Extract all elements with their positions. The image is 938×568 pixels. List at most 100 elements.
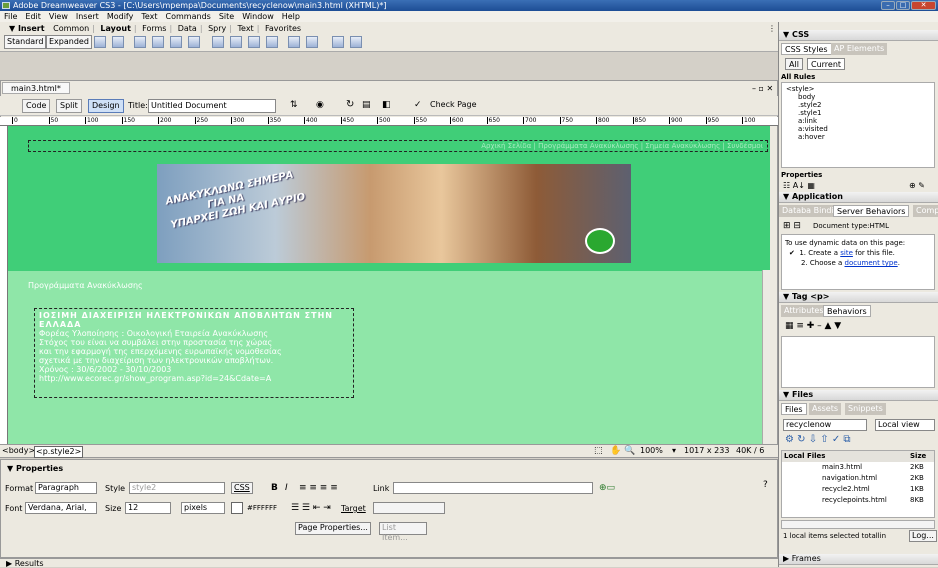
files-hscrollbar[interactable]	[781, 520, 935, 529]
size-select[interactable]: 12	[125, 502, 171, 514]
tab-components[interactable]: Comp	[913, 205, 938, 217]
insert-row-above-icon[interactable]	[212, 36, 224, 48]
color-swatch[interactable]	[231, 502, 243, 514]
ap-div-icon[interactable]	[152, 36, 164, 48]
tab-spry[interactable]: Spry	[205, 24, 229, 33]
tab-snippets[interactable]: Snippets	[845, 403, 886, 415]
help-icon[interactable]: ?	[763, 480, 768, 490]
menu-help[interactable]: Help	[278, 11, 304, 22]
menu-commands[interactable]: Commands	[162, 11, 215, 22]
tab-favorites[interactable]: Favorites	[262, 24, 304, 33]
site-select[interactable]: recyclenow	[783, 419, 867, 431]
rule-item[interactable]: body	[786, 93, 930, 101]
tag-panel-header[interactable]: ▼ Tag <p>	[779, 292, 938, 303]
tab-forms[interactable]: Forms	[139, 24, 169, 33]
tab-ap-elements[interactable]: AP Elements	[831, 43, 888, 55]
tab-server-behaviors[interactable]: Server Behaviors	[833, 205, 910, 217]
frames-panel-header[interactable]: ▶ Frames	[779, 554, 938, 565]
file-row[interactable]: recyclepoints.html 8KB	[782, 495, 934, 506]
insert-column-left-icon[interactable]	[248, 36, 260, 48]
close-button[interactable]: ✕	[911, 1, 936, 10]
document-title-input[interactable]: Untitled Document	[148, 99, 276, 113]
add-remove-icons[interactable]: ⊞ ⊟	[783, 221, 801, 231]
standard-mode-button[interactable]: Standard	[4, 35, 47, 49]
document-type-link[interactable]: document type	[845, 259, 898, 267]
rule-item[interactable]: a:visited	[786, 125, 930, 133]
point-to-file-icon[interactable]: ⊕▭	[599, 483, 615, 493]
list-item-button[interactable]: List Item...	[379, 522, 427, 542]
doc-window-controls[interactable]: – ▫ ✕	[752, 84, 773, 93]
behavior-toolbar-icons[interactable]: ▦ ≡ ✚ – ▲ ▼	[785, 321, 841, 331]
code-view-button[interactable]: Code	[22, 99, 51, 113]
tab-layout[interactable]: Layout	[97, 24, 133, 33]
rule-actions-icons[interactable]: ⊕ ✎	[909, 181, 925, 190]
hand-tool-icon[interactable]: ✋	[610, 445, 621, 457]
site-link[interactable]: site	[840, 249, 853, 257]
size-column-header[interactable]: Size	[910, 451, 926, 462]
file-row[interactable]: recycle2.html 1KB	[782, 484, 934, 495]
rule-style-root[interactable]: <style>	[786, 85, 930, 93]
font-select[interactable]: Verdana, Arial,	[25, 502, 97, 514]
split-view-button[interactable]: Split	[56, 99, 82, 113]
validate-markup-icon[interactable]: ✓	[414, 100, 422, 110]
draw-div-icon[interactable]	[170, 36, 182, 48]
design-view-button[interactable]: Design	[88, 99, 124, 113]
rule-item[interactable]: a:hover	[786, 133, 930, 141]
tab-data[interactable]: Data	[175, 24, 200, 33]
refresh-icon[interactable]: ↻	[346, 99, 354, 110]
panel-options-icon[interactable]: ⋮	[768, 24, 776, 33]
rule-item[interactable]: .style2	[786, 101, 930, 109]
zoom-select[interactable]: 100%	[640, 445, 663, 457]
program-content-box[interactable]: ΙΟΣΙΜΗ ΔΙΑΧΕΙΡΙΣΗ ΗΛΕΚΤΡΟΝΙΚΩΝ ΑΠΟΒΛΗΤΩΝ…	[34, 308, 354, 398]
zoom-tool-icon[interactable]: 🔍	[624, 445, 635, 457]
target-select[interactable]	[373, 502, 445, 514]
banner-image[interactable]: ΑΝΑΚΥΚΛΩΝΩ ΣΗΜΕΡΑ ΓΙΑ ΝΑ ΥΠΑΡΧΕΙ ΖΩΗ ΚΑΙ…	[157, 164, 631, 263]
format-select[interactable]: Paragraph	[35, 482, 97, 494]
css-button[interactable]: CSS	[231, 482, 253, 494]
preview-browser-icon[interactable]: ◉	[316, 100, 324, 110]
expanded-mode-button[interactable]: Expanded	[46, 35, 92, 49]
menu-file[interactable]: File	[0, 11, 21, 22]
rule-item[interactable]: a:link	[786, 117, 930, 125]
italic-button[interactable]: I	[285, 483, 288, 493]
div-icon[interactable]	[134, 36, 146, 48]
spry-tabs-icon[interactable]	[350, 36, 362, 48]
tab-common[interactable]: Common	[50, 24, 92, 33]
tag-p-style2[interactable]: <p.style2>	[34, 446, 84, 458]
files-panel-header[interactable]: ▼ Files	[779, 390, 938, 401]
minimize-button[interactable]: –	[881, 1, 895, 10]
menu-text[interactable]: Text	[137, 11, 161, 22]
bold-button[interactable]: B	[271, 483, 278, 493]
tab-attributes[interactable]: Attributes	[781, 305, 827, 317]
select-tool-icon[interactable]: ⬚	[594, 445, 603, 457]
check-page-button[interactable]: Check Page	[430, 100, 477, 109]
frames-icon[interactable]	[306, 36, 318, 48]
view-options-icon[interactable]: ▤	[362, 100, 371, 110]
menu-window[interactable]: Window	[238, 11, 278, 22]
iframe-icon[interactable]	[288, 36, 300, 48]
menu-insert[interactable]: Insert	[72, 11, 103, 22]
file-row[interactable]: navigation.html 2KB	[782, 473, 934, 484]
results-panel-header[interactable]: ▶ Results	[0, 558, 778, 568]
color-value[interactable]: #FFFFFF	[247, 504, 277, 512]
menu-site[interactable]: Site	[215, 11, 238, 22]
tag-body[interactable]: <body>	[2, 445, 35, 457]
rule-item[interactable]: .style1	[786, 109, 930, 117]
log-button[interactable]: Log...	[909, 530, 937, 542]
table-icon[interactable]	[94, 36, 106, 48]
visual-aids-icon[interactable]: ◧	[382, 100, 391, 110]
insert-panel-toggle[interactable]: ▼ Insert	[6, 24, 48, 33]
link-input[interactable]	[393, 482, 593, 494]
page-properties-button[interactable]: Page Properties...	[295, 522, 371, 535]
insert-row-below-icon[interactable]	[230, 36, 242, 48]
css-panel-header[interactable]: ▼ CSS	[779, 30, 938, 41]
tab-assets[interactable]: Assets	[809, 403, 842, 415]
tab-behaviors[interactable]: Behaviors	[823, 305, 871, 317]
tab-current[interactable]: Current	[807, 58, 846, 70]
view-select[interactable]: Local view	[875, 419, 935, 431]
design-view[interactable]: Αρχική Σελίδα | Προγράμματα Ανακύκλωσης …	[8, 126, 770, 444]
files-toolbar-icons[interactable]: ⚙ ↻ ⇩ ⇧ ✓ ⧉	[785, 434, 851, 445]
navigation-bar[interactable]: Αρχική Σελίδα | Προγράμματα Ανακύκλωσης …	[28, 140, 768, 152]
insert-column-right-icon[interactable]	[266, 36, 278, 48]
style-select[interactable]: style2	[129, 482, 225, 494]
